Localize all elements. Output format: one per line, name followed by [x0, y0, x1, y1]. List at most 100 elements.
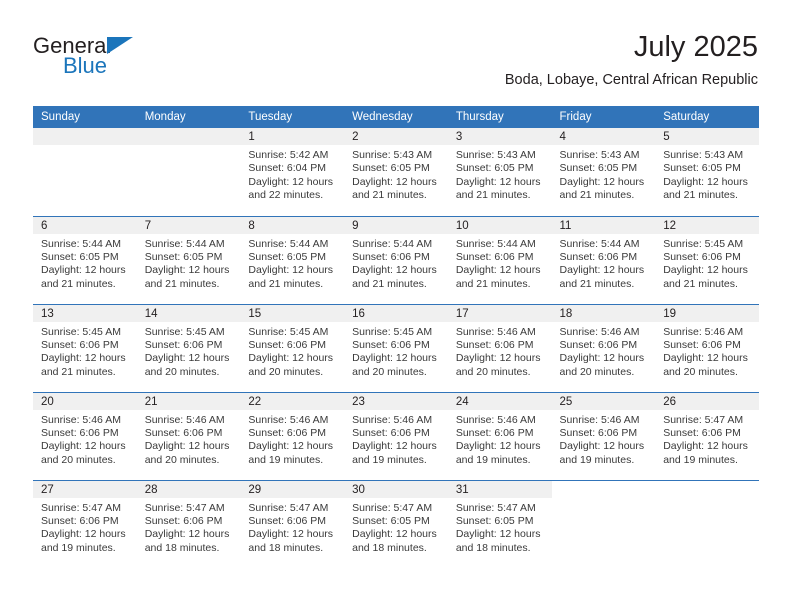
calendar-day-cell[interactable]: 24 Sunrise: 5:46 AM Sunset: 6:06 PM Dayligh… [447, 391, 552, 480]
day-cell-inner: 19 Sunrise: 5:46 AM Sunset: 6:06 PM Dayligh… [655, 304, 759, 392]
day-details: Sunrise: 5:47 AM Sunset: 6:06 PM Daylight:… [655, 410, 759, 468]
calendar-day-cell[interactable]: 13 Sunrise: 5:45 AM Sunset: 6:06 PM Dayligh… [33, 303, 137, 392]
daylight-text-line1: Daylight: 12 hours [248, 440, 334, 453]
calendar-day-cell[interactable] [33, 128, 137, 216]
calendar-day-cell[interactable]: 30 Sunrise: 5:47 AM Sunset: 6:05 PM Dayligh… [344, 479, 448, 569]
calendar-day-cell[interactable]: 25 Sunrise: 5:46 AM Sunset: 6:06 PM Dayligh… [551, 391, 656, 480]
calendar-day-cell[interactable]: 27 Sunrise: 5:47 AM Sunset: 6:06 PM Dayligh… [33, 479, 137, 568]
daylight-text-line1: Daylight: 12 hours [455, 352, 541, 365]
calendar-day-cell[interactable]: 16 Sunrise: 5:45 AM Sunset: 6:06 PM Dayligh… [344, 303, 448, 392]
sunrise-text: Sunrise: 5:46 AM [144, 413, 225, 426]
daylight-text-line2: and 21 minutes. [559, 277, 635, 290]
day-cell-inner: 7 Sunrise: 5:44 AM Sunset: 6:05 PM Daylight… [136, 216, 241, 304]
calendar-day-cell[interactable]: 31 Sunrise: 5:47 AM Sunset: 6:05 PM Dayligh… [447, 479, 552, 568]
calendar-day-cell[interactable]: 15 Sunrise: 5:45 AM Sunset: 6:06 PM Dayligh… [240, 303, 345, 392]
calendar-day-cell[interactable] [551, 479, 656, 568]
daylight-text-line2: and 21 minutes. [352, 277, 427, 290]
day-details: Sunrise: 5:46 AM Sunset: 6:06 PM Daylight:… [448, 410, 552, 468]
calendar-day-cell[interactable]: 20 Sunrise: 5:46 AM Sunset: 6:06 PM Dayligh… [33, 391, 137, 480]
daylight-text-line2: and 21 minutes. [663, 277, 738, 290]
sunrise-text: Sunrise: 5:47 AM [248, 501, 329, 514]
brand-logo[interactable]: General Blue [33, 34, 233, 94]
calendar-day-cell[interactable]: 19 Sunrise: 5:46 AM Sunset: 6:06 PM Dayligh… [655, 303, 759, 392]
day-number: 24 [447, 392, 552, 410]
calendar-day-cell[interactable]: 23 Sunrise: 5:46 AM Sunset: 6:06 PM Dayligh… [344, 391, 448, 480]
day-number: 11 [551, 216, 656, 234]
day-details: Sunrise: 5:44 AM Sunset: 6:05 PM Daylight:… [240, 234, 344, 292]
page-subtitle: Boda, Lobaye, Central African Republic [504, 72, 758, 88]
daylight-text-line2: and 21 minutes. [455, 189, 531, 202]
calendar-week-row: 1 Sunrise: 5:42 AM Sunset: 6:04 PM Daylight… [33, 128, 759, 216]
weekday-header-monday: Monday [136, 106, 241, 128]
daylight-text-line2: and 19 minutes. [559, 453, 635, 466]
daylight-text-line1: Daylight: 12 hours [559, 440, 645, 453]
day-details: Sunrise: 5:45 AM Sunset: 6:06 PM Daylight:… [240, 322, 344, 380]
day-details: Sunrise: 5:44 AM Sunset: 6:06 PM Daylight:… [552, 234, 656, 292]
day-details: Sunrise: 5:44 AM Sunset: 6:05 PM Daylight:… [33, 234, 137, 292]
calendar-day-cell[interactable]: 29 Sunrise: 5:47 AM Sunset: 6:06 PM Dayligh… [240, 479, 345, 568]
sunrise-text: Sunrise: 5:43 AM [559, 149, 640, 161]
calendar-day-cell[interactable]: 2 Sunrise: 5:43 AM Sunset: 6:05 PM Daylight… [344, 128, 448, 216]
calendar-day-cell[interactable] [655, 479, 759, 568]
calendar-day-cell[interactable]: 18 Sunrise: 5:46 AM Sunset: 6:06 PM Dayligh… [551, 303, 656, 392]
daylight-text-line2: and 21 minutes. [41, 277, 116, 290]
calendar-day-cell[interactable]: 11 Sunrise: 5:44 AM Sunset: 6:06 PM Dayligh… [551, 215, 656, 304]
day-number: 18 [551, 304, 656, 322]
day-cell-inner: 28 Sunrise: 5:47 AM Sunset: 6:06 PM Dayligh… [136, 480, 241, 569]
day-number [552, 481, 656, 498]
calendar-day-cell[interactable]: 12 Sunrise: 5:45 AM Sunset: 6:06 PM Dayligh… [655, 215, 759, 304]
day-cell-inner: 23 Sunrise: 5:46 AM Sunset: 6:06 PM Dayligh… [344, 392, 448, 480]
daylight-text-line1: Daylight: 12 hours [663, 352, 748, 365]
calendar-day-cell[interactable]: 9 Sunrise: 5:44 AM Sunset: 6:06 PM Daylight… [344, 215, 448, 304]
calendar-day-cell[interactable]: 17 Sunrise: 5:46 AM Sunset: 6:06 PM Dayligh… [447, 303, 552, 392]
calendar-day-cell[interactable]: 1 Sunrise: 5:42 AM Sunset: 6:04 PM Daylight… [240, 128, 345, 216]
calendar-day-cell[interactable]: 10 Sunrise: 5:44 AM Sunset: 6:06 PM Dayligh… [447, 215, 552, 304]
calendar-day-cell[interactable]: 26 Sunrise: 5:47 AM Sunset: 6:06 PM Dayligh… [655, 391, 759, 480]
daylight-text-line2: and 20 minutes. [559, 365, 635, 378]
calendar-day-cell[interactable]: 22 Sunrise: 5:46 AM Sunset: 6:06 PM Dayligh… [240, 391, 345, 480]
sunset-text: Sunset: 6:06 PM [144, 514, 223, 527]
calendar-day-cell[interactable]: 21 Sunrise: 5:46 AM Sunset: 6:06 PM Dayligh… [136, 391, 241, 480]
day-cell-inner: 30 Sunrise: 5:47 AM Sunset: 6:05 PM Dayligh… [344, 480, 448, 569]
sunset-text: Sunset: 6:05 PM [663, 162, 741, 175]
weekday-header-sunday: Sunday [33, 106, 137, 128]
sunset-text: Sunset: 6:06 PM [455, 426, 534, 439]
calendar-day-cell[interactable]: 28 Sunrise: 5:47 AM Sunset: 6:06 PM Dayligh… [136, 479, 241, 569]
day-cell-inner: 18 Sunrise: 5:46 AM Sunset: 6:06 PM Dayligh… [551, 304, 656, 392]
day-cell-inner: 9 Sunrise: 5:44 AM Sunset: 6:06 PM Daylight… [344, 216, 448, 304]
sunset-text: Sunset: 6:06 PM [144, 338, 223, 351]
day-cell-inner [136, 128, 241, 216]
calendar-header-row: Sunday Monday Tuesday Wednesday Thursday Frid… [33, 106, 759, 128]
calendar-day-cell[interactable]: 6 Sunrise: 5:44 AM Sunset: 6:05 PM Daylight… [33, 215, 137, 304]
daylight-text-line2: and 21 minutes. [352, 189, 427, 202]
day-details: Sunrise: 5:46 AM Sunset: 6:06 PM Daylight:… [137, 410, 241, 468]
daylight-text-line2: and 22 minutes. [248, 189, 324, 202]
daylight-text-line2: and 18 minutes. [248, 541, 324, 554]
day-details: Sunrise: 5:46 AM Sunset: 6:06 PM Daylight:… [448, 322, 552, 380]
calendar-day-cell[interactable]: 7 Sunrise: 5:44 AM Sunset: 6:05 PM Daylight… [136, 215, 241, 304]
sunset-text: Sunset: 6:06 PM [559, 250, 638, 263]
day-number: 14 [136, 304, 241, 322]
day-number [655, 481, 759, 498]
calendar-day-cell[interactable]: 5 Sunrise: 5:43 AM Sunset: 6:05 PM Daylight… [655, 128, 759, 216]
triangle-icon [107, 37, 133, 54]
day-cell-inner: 16 Sunrise: 5:45 AM Sunset: 6:06 PM Dayligh… [344, 304, 448, 392]
weekday-header-tuesday: Tuesday [240, 106, 345, 128]
calendar-day-cell[interactable] [136, 128, 241, 216]
daylight-text-line2: and 20 minutes. [144, 365, 220, 378]
day-cell-inner: 11 Sunrise: 5:44 AM Sunset: 6:06 PM Dayligh… [551, 216, 656, 304]
calendar-day-cell[interactable]: 3 Sunrise: 5:43 AM Sunset: 6:05 PM Daylight… [447, 128, 552, 216]
weekday-header-thursday: Thursday [447, 106, 552, 128]
sunset-text: Sunset: 6:05 PM [352, 514, 430, 527]
daylight-text-line1: Daylight: 12 hours [455, 440, 541, 453]
sunset-text: Sunset: 6:04 PM [248, 162, 327, 175]
day-details: Sunrise: 5:45 AM Sunset: 6:06 PM Daylight:… [655, 234, 759, 292]
calendar-day-cell[interactable]: 4 Sunrise: 5:43 AM Sunset: 6:05 PM Daylight… [551, 128, 656, 216]
day-number: 13 [33, 304, 137, 322]
calendar-day-cell[interactable]: 8 Sunrise: 5:44 AM Sunset: 6:05 PM Daylight… [240, 215, 345, 304]
calendar-day-cell[interactable]: 14 Sunrise: 5:45 AM Sunset: 6:06 PM Dayligh… [136, 303, 241, 392]
daylight-text-line1: Daylight: 12 hours [248, 528, 334, 541]
daylight-text-line2: and 20 minutes. [352, 365, 427, 378]
sunset-text: Sunset: 6:05 PM [144, 250, 223, 263]
calendar-week-row: 20 Sunrise: 5:46 AM Sunset: 6:06 PM Dayligh… [33, 391, 759, 480]
